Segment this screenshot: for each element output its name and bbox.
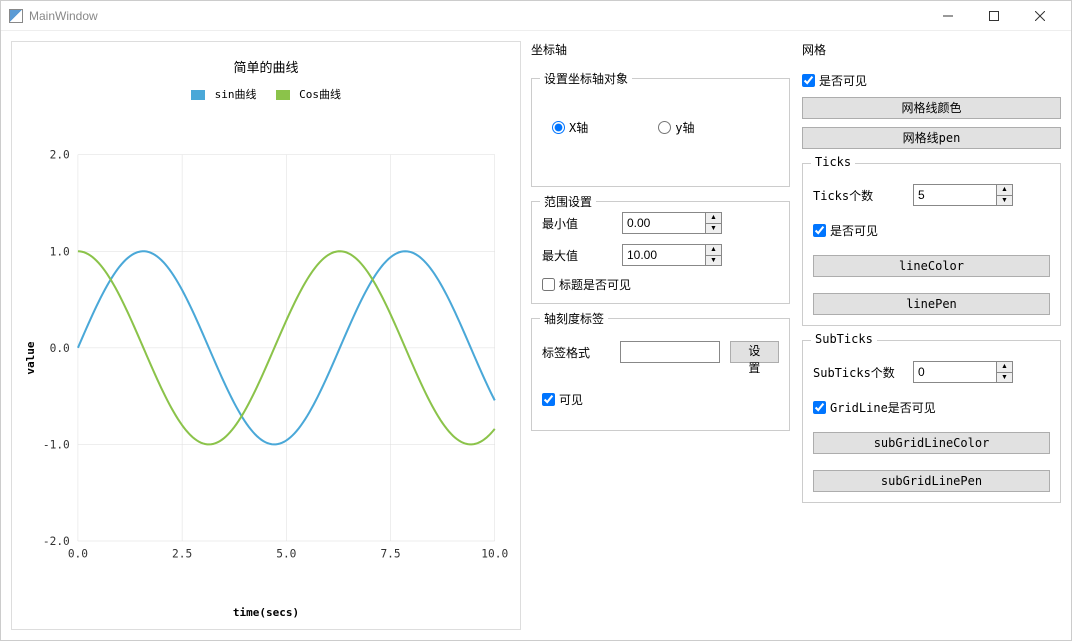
- ticks-count-spinbox[interactable]: ▲ ▼: [913, 184, 1013, 206]
- grid-section-title: 网格: [802, 41, 1061, 58]
- tick-visible-check[interactable]: 可见: [542, 391, 779, 408]
- axis-radio-group: X轴 y轴: [542, 89, 779, 176]
- line-pen-button[interactable]: linePen: [813, 293, 1050, 315]
- title-visible-checkbox[interactable]: [542, 278, 555, 291]
- control-panel: 坐标轴 设置坐标轴对象 X轴 y轴: [531, 41, 1061, 630]
- y-axis-label: value: [24, 341, 37, 374]
- line-color-button[interactable]: lineColor: [813, 255, 1050, 277]
- svg-text:0.0: 0.0: [50, 342, 70, 355]
- subgrid-color-button[interactable]: subGridLineColor: [813, 432, 1050, 454]
- tick-visible-checkbox[interactable]: [542, 393, 555, 406]
- tick-label-title: 轴刻度标签: [540, 310, 608, 327]
- gridline-visible-checkbox[interactable]: [813, 401, 826, 414]
- legend-swatch-cos: [276, 90, 290, 100]
- main-window: MainWindow 简单的曲线 sin曲线 Cos曲线 value: [0, 0, 1072, 641]
- grid-visible-check[interactable]: 是否可见: [802, 72, 1061, 89]
- close-button[interactable]: [1017, 2, 1063, 30]
- max-row: 最大值 ▲ ▼: [542, 244, 779, 266]
- gridline-visible-check[interactable]: GridLine是否可见: [813, 399, 1050, 416]
- axis-target-group: 设置坐标轴对象 X轴 y轴: [531, 78, 790, 187]
- axis-target-title: 设置坐标轴对象: [540, 70, 632, 87]
- chart-title: 简单的曲线: [22, 57, 510, 76]
- subticks-count-input[interactable]: [914, 362, 996, 382]
- content-area: 简单的曲线 sin曲线 Cos曲线 value 0.0 2.5 5.0 7.5 10.0…: [1, 31, 1071, 640]
- chart-legend: sin曲线 Cos曲线: [22, 86, 510, 102]
- max-label: 最大值: [542, 247, 612, 264]
- svg-text:10.0: 10.0: [481, 547, 508, 560]
- ticks-count-label: Ticks个数: [813, 187, 903, 204]
- ticks-visible-check[interactable]: 是否可见: [813, 222, 1050, 239]
- subticks-up-button[interactable]: ▲: [997, 362, 1012, 373]
- y-axis-radio-input[interactable]: [658, 121, 671, 134]
- title-visible-check[interactable]: 标题是否可见: [542, 276, 779, 293]
- chart-svg: 0.0 2.5 5.0 7.5 10.0 -2.0 -1.0 0.0 1.0 2.0: [22, 112, 510, 604]
- ticks-group: Ticks Ticks个数 ▲ ▼: [802, 163, 1061, 326]
- axis-section-title: 坐标轴: [531, 41, 790, 58]
- set-button[interactable]: 设置: [730, 341, 779, 363]
- chart-plot-area: value 0.0 2.5 5.0 7.5 10.0 -2.0 -1.0 0.0 1.0 2.0: [22, 112, 510, 604]
- grid-column: 网格 是否可见 网格线颜色 网格线pen Ticks Ticks个数: [802, 41, 1061, 630]
- svg-text:5.0: 5.0: [276, 547, 296, 560]
- minimize-button[interactable]: [925, 2, 971, 30]
- ticks-visible-checkbox[interactable]: [813, 224, 826, 237]
- max-down-button[interactable]: ▼: [706, 256, 721, 266]
- ticks-up-button[interactable]: ▲: [997, 185, 1012, 196]
- svg-text:7.5: 7.5: [380, 547, 400, 560]
- x-axis-radio-input[interactable]: [552, 121, 565, 134]
- titlebar: MainWindow: [1, 1, 1071, 31]
- subgrid-pen-button[interactable]: subGridLinePen: [813, 470, 1050, 492]
- legend-item-cos: Cos曲线: [276, 86, 342, 102]
- subticks-group: SubTicks SubTicks个数 ▲ ▼: [802, 340, 1061, 503]
- label-format-input[interactable]: [620, 341, 720, 363]
- ticks-count-row: Ticks个数 ▲ ▼: [813, 184, 1050, 206]
- ticks-title: Ticks: [811, 155, 855, 169]
- subticks-count-spinbox[interactable]: ▲ ▼: [913, 361, 1013, 383]
- min-label: 最小值: [542, 215, 612, 232]
- min-input[interactable]: [623, 213, 705, 233]
- svg-text:0.0: 0.0: [68, 547, 88, 560]
- label-format-row: 标签格式 设置: [542, 341, 779, 363]
- svg-text:2.5: 2.5: [172, 547, 192, 560]
- range-title: 范围设置: [540, 193, 596, 210]
- min-row: 最小值 ▲ ▼: [542, 212, 779, 234]
- window-controls: [925, 2, 1063, 30]
- max-up-button[interactable]: ▲: [706, 245, 721, 256]
- x-axis-radio[interactable]: X轴: [552, 119, 588, 136]
- ticks-down-button[interactable]: ▼: [997, 196, 1012, 206]
- grid-visible-checkbox[interactable]: [802, 74, 815, 87]
- max-spinbox[interactable]: ▲ ▼: [622, 244, 722, 266]
- range-group: 范围设置 最小值 ▲ ▼: [531, 201, 790, 304]
- min-spinbox[interactable]: ▲ ▼: [622, 212, 722, 234]
- subticks-down-button[interactable]: ▼: [997, 373, 1012, 383]
- grid-pen-button[interactable]: 网格线pen: [802, 127, 1061, 149]
- subticks-title: SubTicks: [811, 332, 877, 346]
- subticks-count-row: SubTicks个数 ▲ ▼: [813, 361, 1050, 383]
- app-icon: [9, 9, 23, 23]
- svg-text:-2.0: -2.0: [43, 535, 70, 548]
- x-axis-label: time(secs): [22, 606, 510, 619]
- min-up-button[interactable]: ▲: [706, 213, 721, 224]
- ticks-count-input[interactable]: [914, 185, 996, 205]
- grid-color-button[interactable]: 网格线颜色: [802, 97, 1061, 119]
- svg-text:1.0: 1.0: [50, 245, 70, 258]
- subticks-count-label: SubTicks个数: [813, 364, 903, 381]
- max-input[interactable]: [623, 245, 705, 265]
- min-down-button[interactable]: ▼: [706, 224, 721, 234]
- maximize-button[interactable]: [971, 2, 1017, 30]
- y-axis-radio[interactable]: y轴: [658, 119, 694, 136]
- axis-column: 坐标轴 设置坐标轴对象 X轴 y轴: [531, 41, 790, 630]
- legend-item-sin: sin曲线: [191, 86, 257, 102]
- svg-text:2.0: 2.0: [50, 149, 70, 162]
- label-format-label: 标签格式: [542, 344, 610, 361]
- legend-swatch-sin: [191, 90, 205, 100]
- chart-panel: 简单的曲线 sin曲线 Cos曲线 value 0.0 2.5 5.0 7.5 10.0…: [11, 41, 521, 630]
- tick-label-group: 轴刻度标签 标签格式 设置 可见: [531, 318, 790, 431]
- window-title: MainWindow: [29, 9, 925, 23]
- svg-text:-1.0: -1.0: [43, 438, 70, 451]
